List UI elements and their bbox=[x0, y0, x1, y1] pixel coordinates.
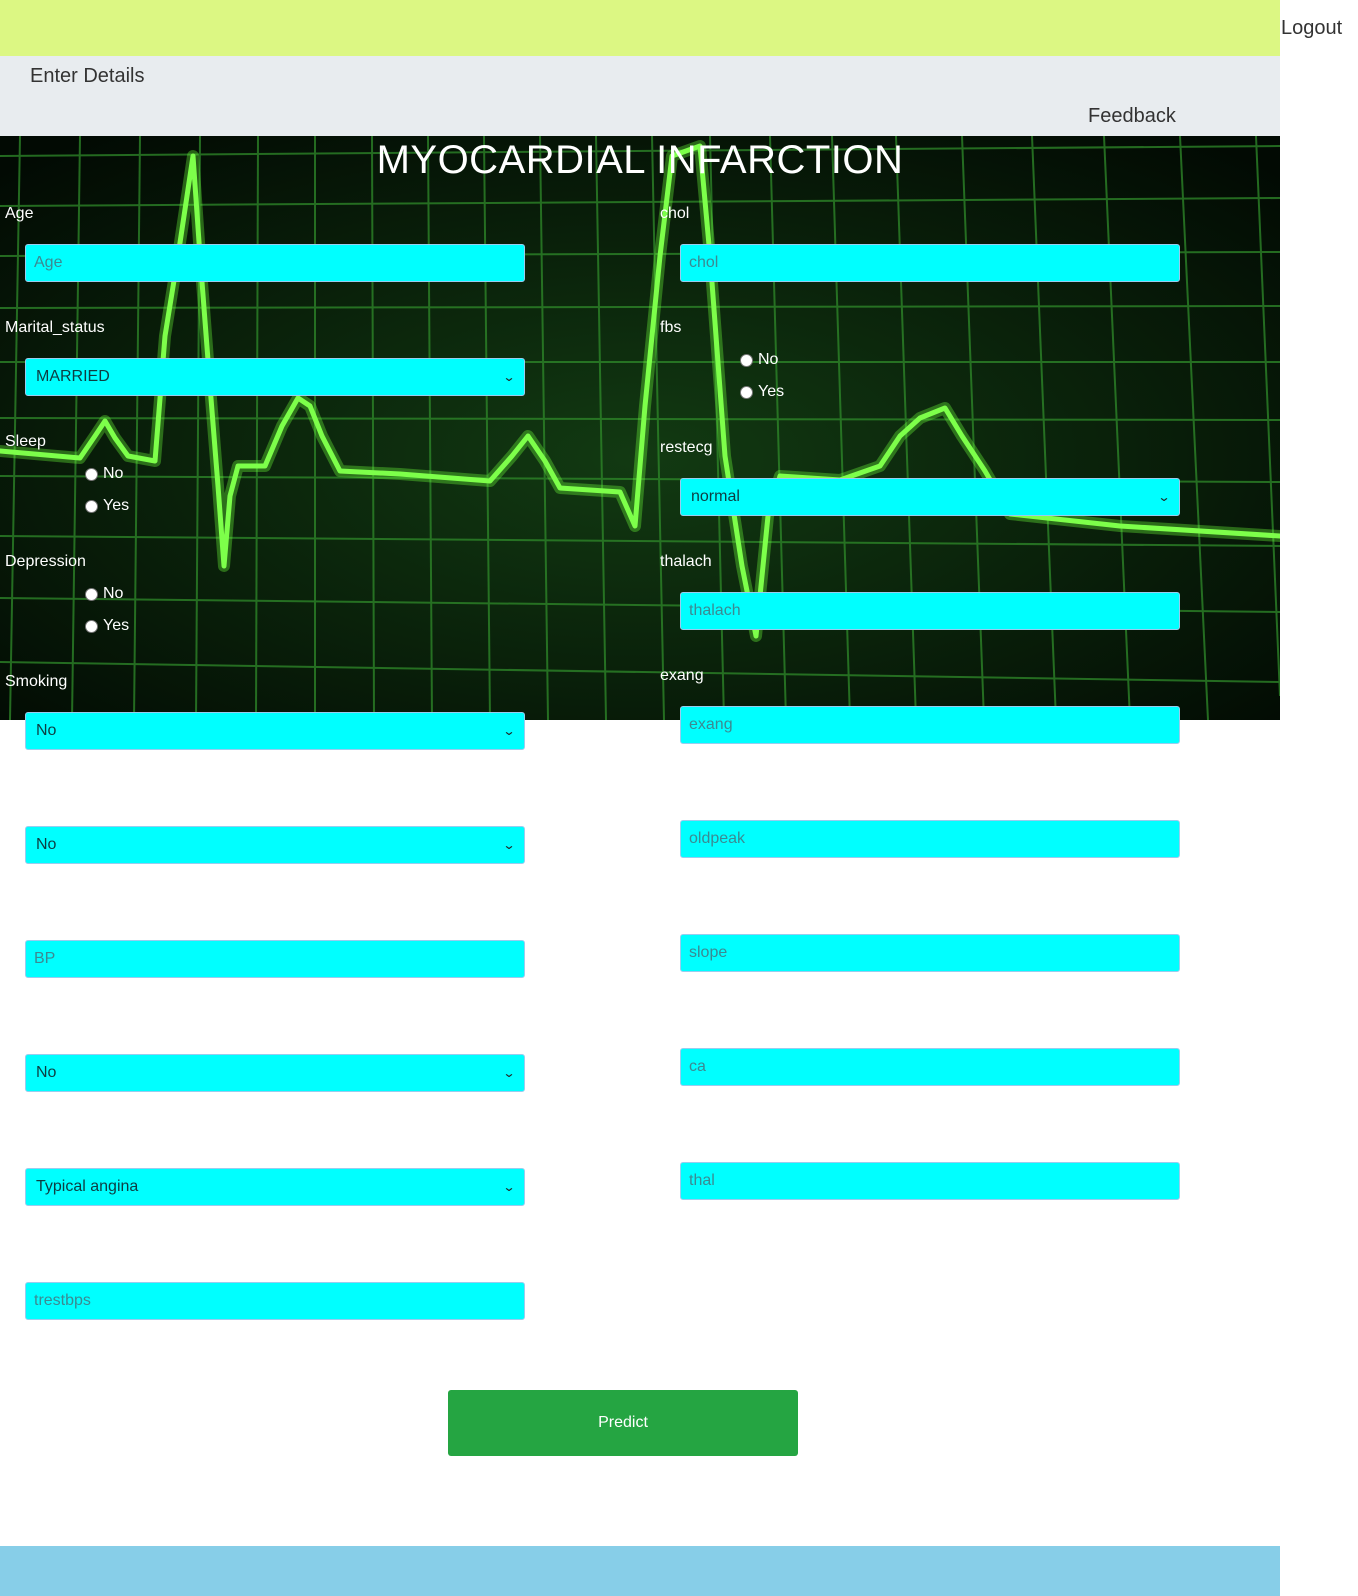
smoking-select[interactable]: No ⌄ bbox=[25, 712, 525, 750]
trestbps-input[interactable] bbox=[25, 1282, 525, 1320]
logout-link[interactable]: Logout bbox=[1281, 17, 1342, 40]
age-label: Age bbox=[5, 205, 34, 222]
radio-label-yes: Yes bbox=[103, 617, 130, 634]
thalach-input[interactable] bbox=[680, 592, 1180, 630]
marital-status-value: MARRIED bbox=[36, 368, 110, 385]
chevron-down-icon: ⌄ bbox=[502, 838, 516, 852]
chol-input[interactable] bbox=[680, 244, 1180, 282]
fbs-label: fbs bbox=[660, 319, 682, 336]
thal-input[interactable] bbox=[680, 1162, 1180, 1200]
oldpeak-input[interactable] bbox=[680, 820, 1180, 858]
age-input[interactable] bbox=[25, 244, 525, 282]
fbs-radio-yes[interactable]: Yes bbox=[740, 383, 784, 401]
marital-status-select[interactable]: MARRIED ⌄ bbox=[25, 358, 525, 396]
depression-radio-yes[interactable]: Yes bbox=[85, 617, 129, 635]
chevron-down-icon: ⌄ bbox=[502, 1180, 516, 1194]
radio-label-yes: Yes bbox=[758, 383, 785, 400]
ca-input[interactable] bbox=[680, 1048, 1180, 1086]
depression-label: Depression bbox=[5, 553, 86, 570]
nav-enter-details[interactable]: Enter Details bbox=[30, 65, 145, 88]
top-bar bbox=[0, 0, 1280, 56]
restecg-select[interactable]: normal ⌄ bbox=[680, 478, 1180, 516]
radio-icon[interactable] bbox=[85, 467, 98, 481]
select-field-2-value: No bbox=[36, 836, 57, 853]
select-field-3-value: No bbox=[36, 1064, 57, 1081]
radio-label-yes: Yes bbox=[103, 497, 130, 514]
radio-label-no: No bbox=[103, 585, 124, 602]
radio-icon[interactable] bbox=[740, 385, 753, 399]
select-field-3[interactable]: No ⌄ bbox=[25, 1054, 525, 1092]
slope-input[interactable] bbox=[680, 934, 1180, 972]
radio-icon[interactable] bbox=[85, 587, 98, 601]
chest-pain-value: Typical angina bbox=[36, 1178, 139, 1195]
nav-feedback[interactable]: Feedback bbox=[1088, 105, 1176, 128]
depression-radio-no[interactable]: No bbox=[85, 585, 123, 603]
predict-button[interactable]: Predict bbox=[448, 1390, 798, 1456]
page: Logout Enter Details Feedback MYOCARDIAL… bbox=[0, 0, 1358, 1596]
exang-label: exang bbox=[660, 667, 704, 684]
chevron-down-icon: ⌄ bbox=[1157, 490, 1171, 504]
smoking-label: Smoking bbox=[5, 673, 68, 690]
ecg-background-image bbox=[0, 136, 1280, 720]
bp-input[interactable] bbox=[25, 940, 525, 978]
restecg-label: restecg bbox=[660, 439, 713, 456]
exang-input[interactable] bbox=[680, 706, 1180, 744]
fbs-radio-no[interactable]: No bbox=[740, 351, 778, 369]
chevron-down-icon: ⌄ bbox=[502, 1066, 516, 1080]
restecg-value: normal bbox=[691, 488, 740, 505]
navbar: Enter Details Feedback bbox=[0, 56, 1280, 136]
sleep-label: Sleep bbox=[5, 433, 46, 450]
chevron-down-icon: ⌄ bbox=[502, 724, 516, 738]
radio-label-no: No bbox=[103, 465, 124, 482]
marital-status-label: Marital_status bbox=[5, 319, 105, 336]
page-title: MYOCARDIAL INFARCTION bbox=[376, 138, 904, 182]
radio-icon[interactable] bbox=[85, 499, 98, 513]
sleep-radio-no[interactable]: No bbox=[85, 465, 123, 483]
radio-icon[interactable] bbox=[740, 353, 753, 367]
smoking-value: No bbox=[36, 722, 57, 739]
radio-icon[interactable] bbox=[85, 619, 98, 633]
thalach-label: thalach bbox=[660, 553, 712, 570]
chol-label: chol bbox=[660, 205, 690, 222]
footer bbox=[0, 1546, 1280, 1596]
sleep-radio-yes[interactable]: Yes bbox=[85, 497, 129, 515]
chest-pain-select[interactable]: Typical angina ⌄ bbox=[25, 1168, 525, 1206]
radio-label-no: No bbox=[758, 351, 779, 368]
chevron-down-icon: ⌄ bbox=[502, 370, 516, 384]
ecg-grid-graphic bbox=[0, 136, 1280, 720]
select-field-2[interactable]: No ⌄ bbox=[25, 826, 525, 864]
